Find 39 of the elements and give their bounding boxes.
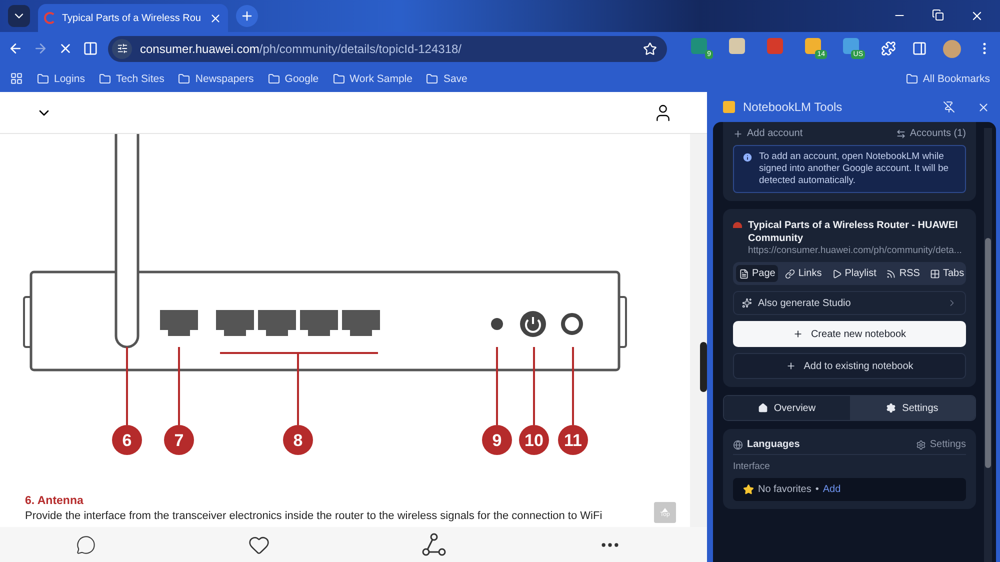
source-tab[interactable]: RSS	[883, 265, 923, 282]
callout-badge: 7	[164, 425, 194, 455]
source-url: https://consumer.huawei.com/ph/community/deta...	[748, 245, 963, 256]
callout-badge: 8	[283, 425, 313, 455]
accounts-button[interactable]: Accounts (1)	[896, 128, 966, 139]
bookmark-folder[interactable]: Google	[268, 72, 319, 84]
callout-badge: 10	[519, 425, 549, 455]
browser-tab[interactable]: Typical Parts of a Wireless Rou	[38, 4, 228, 32]
callout-badge: 9	[482, 425, 512, 455]
source-title: Typical Parts of a Wireless Router - HUAWEI Community	[748, 219, 959, 245]
bookmark-folder[interactable]: Save	[426, 72, 468, 84]
info-text: To add an account, open NotebookLM while signed into another Google account. It will be detected automatically.	[759, 151, 950, 187]
add-account-button[interactable]: Add account	[733, 128, 803, 139]
settings-link[interactable]: Settings	[916, 439, 966, 450]
callout-badge: 11	[558, 425, 588, 455]
add-link[interactable]: Add	[822, 484, 841, 495]
panel-title: NotebookLM Tools	[743, 100, 844, 114]
favorites-text: No favorites	[758, 484, 812, 495]
bookmark-folder[interactable]: Tech Sites	[98, 72, 164, 84]
address-bar[interactable]: consumer.huawei.com/ph/community/details/topicId-124318/	[108, 36, 667, 62]
bookmark-folder[interactable]: Work Sample	[332, 72, 412, 84]
studio-option[interactable]: Also generate Studio	[733, 291, 966, 315]
all-bookmarks-folder[interactable]: All Bookmarks	[906, 72, 990, 84]
languages-heading: Languages	[733, 439, 800, 450]
paragraph: Provide the interface from the transceiver electronics inside the router to the wireless signals for the connection to WiFi	[25, 510, 602, 522]
section-heading: 6. Antenna	[25, 495, 84, 507]
bookmark-folder[interactable]: Newspapers	[178, 72, 254, 84]
source-tab[interactable]: Playlist	[828, 265, 880, 282]
view-tab[interactable]: Settings	[850, 396, 975, 420]
source-tab[interactable]: Tabs	[926, 265, 968, 282]
view-tab[interactable]: Overview	[724, 396, 850, 420]
create-notebook-button[interactable]: Create new notebook	[733, 321, 966, 347]
separator: •	[815, 484, 819, 495]
source-tab[interactable]: Page	[736, 265, 778, 282]
callout-badge: 6	[112, 425, 142, 455]
source-tab[interactable]: Links	[782, 265, 825, 282]
bookmark-folder[interactable]: Logins	[37, 72, 85, 84]
add-existing-button[interactable]: Add to existing notebook	[733, 353, 966, 379]
section-label: Interface	[733, 461, 771, 472]
